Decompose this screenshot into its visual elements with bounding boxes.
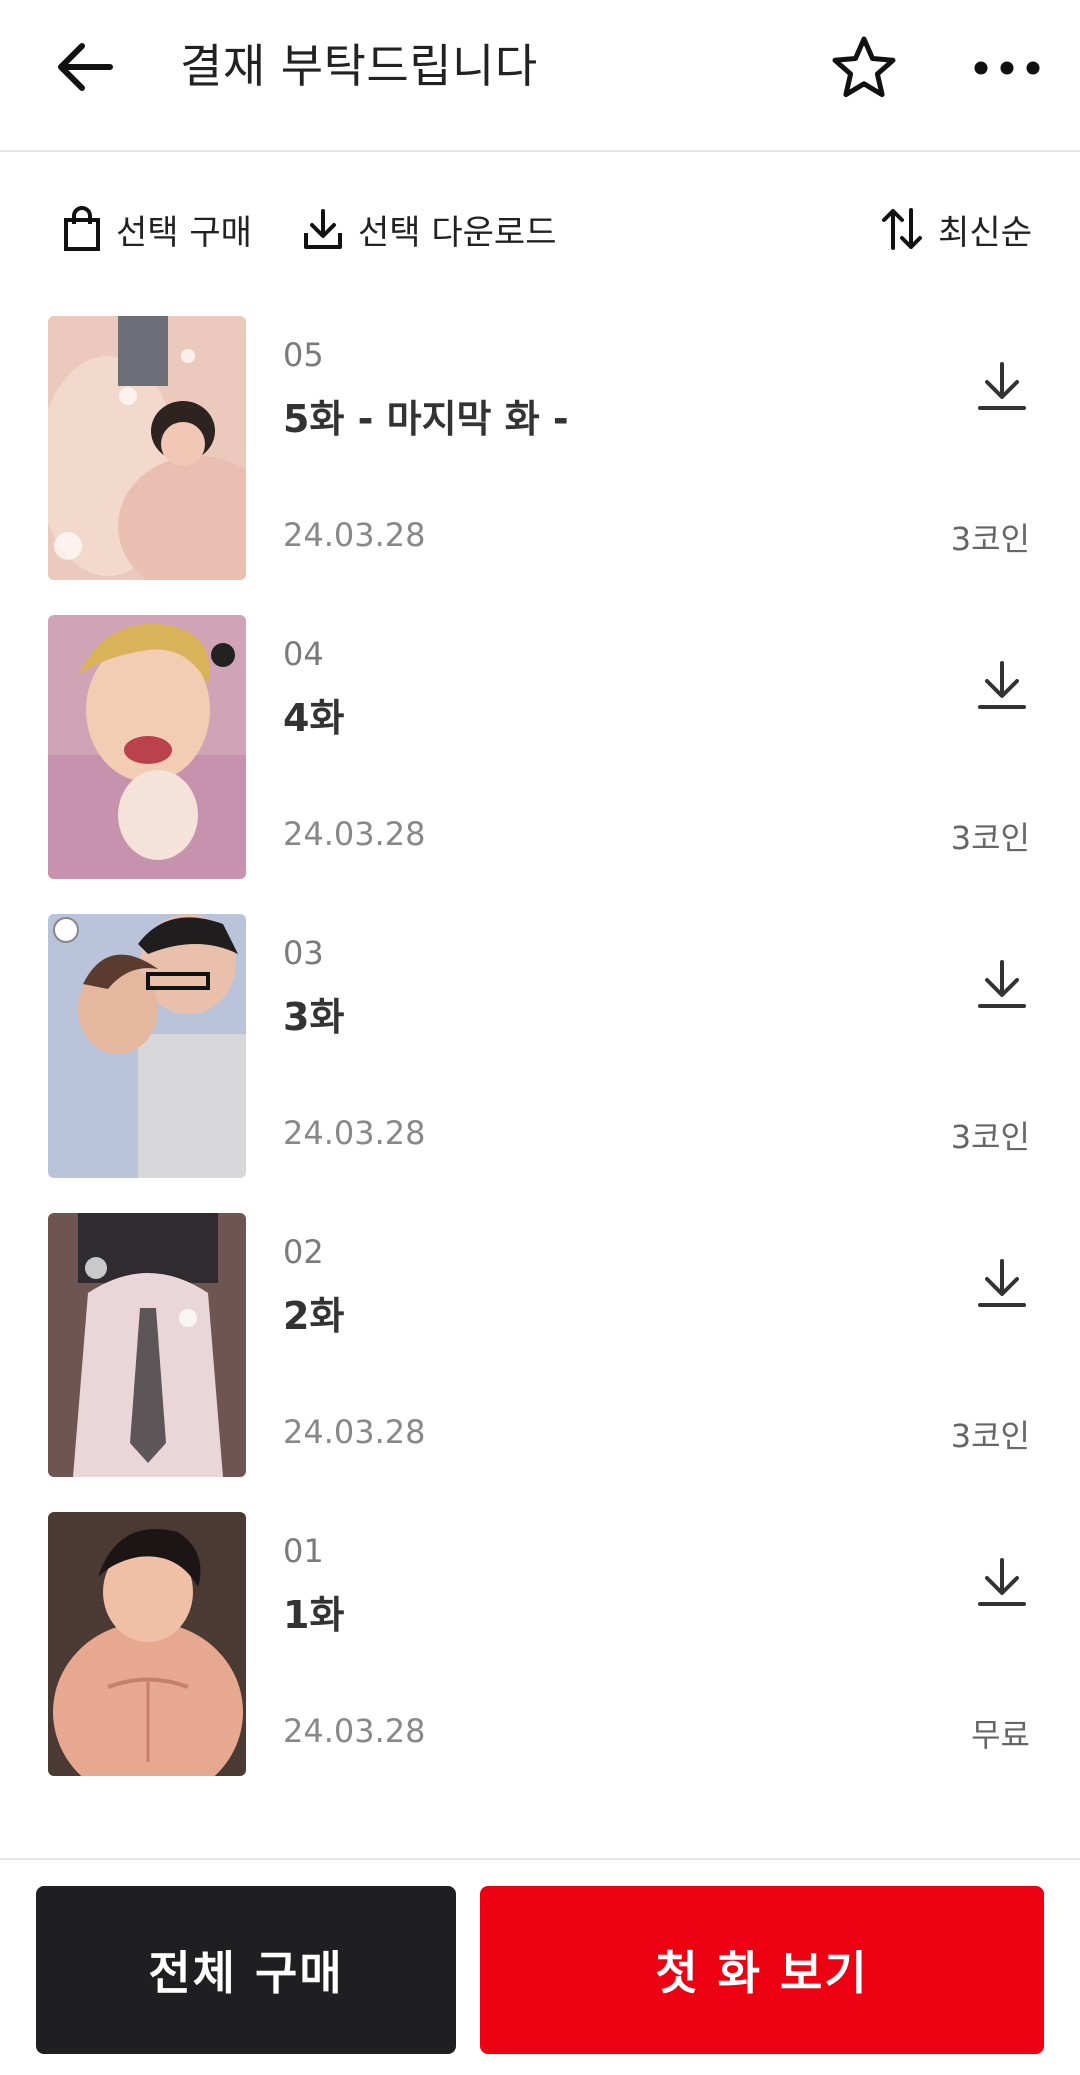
- episode-download-button[interactable]: [972, 956, 1032, 1016]
- episode-thumbnail: [48, 1512, 246, 1776]
- episode-number: 05: [283, 336, 324, 374]
- episode-download-button[interactable]: [972, 657, 1032, 717]
- episode-date: 24.03.28: [283, 815, 426, 853]
- more-horizontal-icon: [974, 61, 1040, 75]
- download-icon: [978, 661, 1026, 709]
- episode-row[interactable]: 01 1화 24.03.28 무료: [0, 1508, 1080, 1776]
- episode-number: 03: [283, 934, 324, 972]
- select-buy-button[interactable]: 선택 구매: [62, 204, 252, 254]
- select-download-label: 선택 다운로드: [358, 212, 557, 253]
- episode-thumbnail: [48, 316, 246, 580]
- episode-thumbnail: [48, 914, 246, 1178]
- download-icon: [978, 1558, 1026, 1606]
- episode-title: 1화: [283, 1593, 345, 1637]
- episode-date: 24.03.28: [283, 1413, 426, 1451]
- download-icon: [978, 960, 1026, 1008]
- episode-date: 24.03.28: [283, 516, 426, 554]
- sort-arrows-icon: [882, 208, 923, 250]
- episode-price: 3코인: [950, 520, 1030, 558]
- episode-title: 5화 - 마지막 화 -: [283, 397, 569, 441]
- download-icon: [978, 362, 1026, 410]
- bottom-action-bar: 전체 구매 첫 화 보기: [0, 1858, 1080, 2075]
- episode-price: 3코인: [950, 819, 1030, 857]
- episode-number: 02: [283, 1233, 324, 1271]
- star-icon: [832, 36, 896, 98]
- download-icon: [304, 209, 342, 249]
- select-download-button[interactable]: 선택 다운로드: [302, 204, 557, 254]
- episode-title: 3화: [283, 995, 345, 1039]
- back-button[interactable]: [50, 34, 120, 100]
- episode-download-button[interactable]: [972, 358, 1032, 418]
- episode-price: 무료: [971, 1716, 1030, 1754]
- buy-all-button[interactable]: 전체 구매: [36, 1886, 456, 2054]
- episode-toolbar: 선택 구매 선택 다운로드 최신순: [0, 152, 1080, 302]
- favorite-button[interactable]: [828, 32, 900, 104]
- page-title: 결재 부탁드립니다: [180, 39, 538, 93]
- episode-row[interactable]: 02 2화 24.03.28 3코인: [0, 1209, 1080, 1477]
- episode-price: 3코인: [950, 1417, 1030, 1455]
- shopping-bag-icon: [64, 206, 100, 251]
- episode-download-button[interactable]: [972, 1554, 1032, 1614]
- episode-row[interactable]: 03 3화 24.03.28 3코인: [0, 910, 1080, 1178]
- episode-date: 24.03.28: [283, 1114, 426, 1152]
- more-button[interactable]: [972, 36, 1042, 100]
- top-app-bar: 결재 부탁드립니다: [0, 0, 1080, 152]
- episode-title: 4화: [283, 696, 345, 740]
- episode-thumbnail: [48, 1213, 246, 1477]
- select-buy-label: 선택 구매: [116, 212, 252, 253]
- download-icon: [978, 1259, 1026, 1307]
- sort-button[interactable]: 최신순: [880, 204, 1032, 254]
- sort-label: 최신순: [938, 212, 1032, 253]
- episode-title: 2화: [283, 1294, 345, 1338]
- episode-date: 24.03.28: [283, 1712, 426, 1750]
- episode-number: 01: [283, 1532, 324, 1570]
- arrow-left-icon: [58, 43, 113, 91]
- episode-row[interactable]: 04 4화 24.03.28 3코인: [0, 611, 1080, 879]
- episode-number: 04: [283, 635, 324, 673]
- episode-thumbnail: [48, 615, 246, 879]
- episode-row[interactable]: 05 5화 - 마지막 화 - 24.03.28 3코인: [0, 312, 1080, 580]
- view-first-episode-button[interactable]: 첫 화 보기: [480, 1886, 1044, 2054]
- episode-download-button[interactable]: [972, 1255, 1032, 1315]
- episode-price: 3코인: [950, 1118, 1030, 1156]
